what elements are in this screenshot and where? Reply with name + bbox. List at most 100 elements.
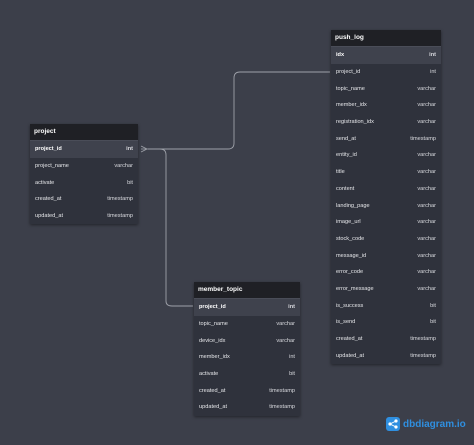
column-name: send_at <box>336 135 356 142</box>
column-name: image_url <box>336 219 361 226</box>
column-name: message_id <box>336 252 367 259</box>
column-type: varchar <box>417 285 436 292</box>
table-row[interactable]: idx int <box>331 47 441 64</box>
column-name: title <box>336 169 345 176</box>
column-name: registration_idx <box>336 119 374 126</box>
logo-text: dbdiagram.io <box>403 418 466 430</box>
column-name: device_idx <box>199 337 226 344</box>
column-type: timestamp <box>107 196 133 203</box>
column-type: varchar <box>417 219 436 226</box>
table-row[interactable]: project_name varchar <box>30 158 138 175</box>
column-name: content <box>336 185 355 192</box>
table-row[interactable]: member_idx int <box>194 349 300 366</box>
table-push-log[interactable]: push_log idx int project_id int topic_na… <box>331 30 441 365</box>
table-row[interactable]: message_id varchar <box>331 247 441 264</box>
table-row[interactable]: error_message varchar <box>331 281 441 298</box>
table-header[interactable]: member_topic <box>194 282 300 299</box>
table-row[interactable]: project_id int <box>30 141 138 158</box>
column-type: timestamp <box>410 352 436 359</box>
column-type: varchar <box>417 102 436 109</box>
table-row[interactable]: project_id int <box>194 299 300 316</box>
table-row[interactable]: image_url varchar <box>331 214 441 231</box>
column-name: project_name <box>35 163 69 170</box>
column-type: varchar <box>417 235 436 242</box>
table-row[interactable]: landing_page varchar <box>331 197 441 214</box>
column-type: varchar <box>417 169 436 176</box>
column-name: error_message <box>336 285 374 292</box>
column-name: is_send <box>336 319 356 326</box>
column-type: int <box>430 69 436 76</box>
column-type: int <box>289 354 295 361</box>
column-name: stock_code <box>336 235 365 242</box>
column-type: bit <box>430 302 436 309</box>
column-name: created_at <box>336 336 363 343</box>
column-type: bit <box>127 179 133 186</box>
table-row[interactable]: content varchar <box>331 181 441 198</box>
column-name: project_id <box>199 304 226 311</box>
table-row[interactable]: project_id int <box>331 64 441 81</box>
column-type: varchar <box>417 269 436 276</box>
column-name: updated_at <box>35 213 63 220</box>
table-project[interactable]: project project_id int project_name varc… <box>30 124 138 225</box>
column-type: varchar <box>417 85 436 92</box>
table-row[interactable]: activate bit <box>194 366 300 383</box>
column-name: member_idx <box>199 354 230 361</box>
column-type: int <box>288 304 295 311</box>
column-type: bit <box>289 371 295 378</box>
column-name: idx <box>336 52 345 59</box>
table-member-topic[interactable]: member_topic project_id int topic_name v… <box>194 282 300 416</box>
table-row[interactable]: is_send bit <box>331 314 441 331</box>
table-row[interactable]: created_at timestamp <box>331 331 441 348</box>
column-name: created_at <box>199 387 226 394</box>
column-type: varchar <box>417 119 436 126</box>
table-row[interactable]: send_at timestamp <box>331 130 441 147</box>
table-row[interactable]: activate bit <box>30 174 138 191</box>
column-type: bit <box>430 319 436 326</box>
table-row[interactable]: updated_at timestamp <box>331 347 441 364</box>
dbdiagram-logo[interactable]: dbdiagram.io <box>386 414 466 434</box>
column-type: varchar <box>417 185 436 192</box>
table-row[interactable]: stock_code varchar <box>331 231 441 248</box>
column-type: timestamp <box>410 336 436 343</box>
column-name: activate <box>199 371 219 378</box>
column-name: landing_page <box>336 202 370 209</box>
table-row[interactable]: member_idx varchar <box>331 97 441 114</box>
column-type: varchar <box>417 152 436 159</box>
table-row[interactable]: topic_name varchar <box>331 80 441 97</box>
column-name: project_id <box>35 146 62 153</box>
column-name: activate <box>35 179 55 186</box>
table-row[interactable]: error_code varchar <box>331 264 441 281</box>
table-header[interactable]: project <box>30 124 138 141</box>
column-type: varchar <box>276 337 295 344</box>
table-row[interactable]: updated_at timestamp <box>194 399 300 416</box>
table-row[interactable]: registration_idx varchar <box>331 114 441 131</box>
table-row[interactable]: created_at timestamp <box>194 382 300 399</box>
column-type: timestamp <box>269 387 295 394</box>
column-name: member_idx <box>336 102 367 109</box>
column-type: timestamp <box>107 213 133 220</box>
column-name: updated_at <box>336 352 364 359</box>
dbdiagram-logo-icon <box>386 417 400 431</box>
column-name: updated_at <box>199 404 227 411</box>
relation-project-member-topic[interactable] <box>148 148 193 307</box>
column-name: is_success <box>336 302 364 309</box>
column-type: int <box>429 52 436 59</box>
diagram-canvas[interactable]: project project_id int project_name varc… <box>0 0 474 445</box>
table-row[interactable]: is_success bit <box>331 297 441 314</box>
column-name: error_code <box>336 269 364 276</box>
table-row[interactable]: device_idx varchar <box>194 332 300 349</box>
relation-project-push-log[interactable] <box>148 71 330 150</box>
table-row[interactable]: created_at timestamp <box>30 191 138 208</box>
crows-foot-icon <box>140 145 148 153</box>
table-row[interactable]: updated_at timestamp <box>30 208 138 225</box>
column-type: timestamp <box>269 404 295 411</box>
table-row[interactable]: entity_id varchar <box>331 147 441 164</box>
column-name: topic_name <box>199 321 228 328</box>
column-name: topic_name <box>336 85 365 92</box>
table-row[interactable]: title varchar <box>331 164 441 181</box>
column-type: varchar <box>276 321 295 328</box>
table-header[interactable]: push_log <box>331 30 441 47</box>
column-type: varchar <box>114 163 133 170</box>
column-type: varchar <box>417 252 436 259</box>
table-row[interactable]: topic_name varchar <box>194 316 300 333</box>
